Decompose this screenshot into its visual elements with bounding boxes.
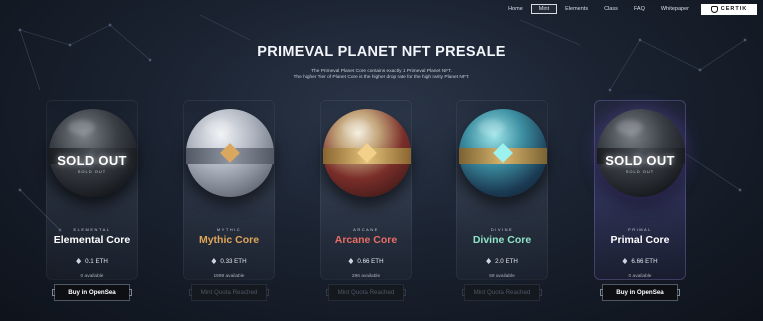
nav-faq[interactable]: FAQ [626, 4, 653, 14]
availability-text: 59 available [489, 274, 515, 279]
button-bracket-left [600, 289, 603, 296]
rune-name: MYTHIC [216, 227, 242, 232]
availability-text: 0 available [80, 274, 104, 279]
availability-text: 296 available [351, 274, 381, 279]
eth-icon [348, 258, 354, 264]
mint-quota-reached-button[interactable]: Mint Quota Reached [462, 284, 542, 301]
rune-name: ARCANE [353, 227, 379, 232]
core-name: Divine Core [472, 234, 532, 246]
price-value: 0.1 ETH [85, 258, 108, 265]
sold-out-sub: SOLD OUT [77, 169, 107, 174]
price-value: 0.66 ETH [357, 258, 384, 265]
card-arcane-core: ARCANE Arcane Core 0.66 ETH 296 availabl… [312, 95, 420, 315]
nav-class[interactable]: Class [596, 4, 626, 14]
sold-out-label: SOLD OUT [605, 153, 675, 168]
eth-icon [76, 258, 82, 264]
button-label: Buy in OpenSea [68, 289, 116, 296]
page-subtitle: The Primeval Planet Core contains exactl… [0, 69, 763, 81]
core-cards: SOLD OUT SOLD OUT ELEMENTAL Elemental Co… [38, 95, 718, 315]
orb-highlight [616, 119, 643, 136]
core-price: 0.66 ETH [312, 258, 420, 265]
nav-elements[interactable]: Elements [557, 4, 596, 14]
orb-highlight [342, 119, 369, 136]
button-label: Mint Quota Reached [200, 289, 258, 296]
eth-icon [622, 258, 628, 264]
subtitle-line-2: The higher Tier of Planet Core is the hi… [293, 75, 470, 80]
certik-shield-icon [710, 5, 718, 13]
button-bracket-left [326, 289, 329, 296]
button-bracket-left [52, 289, 55, 296]
card-mythic-core: MYTHIC Mythic Core 0.33 ETH 1699 availab… [175, 95, 283, 315]
top-nav: Home Mint Elements Class FAQ Whitepaper … [500, 3, 757, 15]
orb-highlight [478, 119, 505, 136]
rune-name: DIVINE [490, 227, 514, 232]
core-name: Elemental Core [53, 234, 131, 246]
button-label: Buy in OpenSea [616, 289, 664, 296]
core-name: Arcane Core [334, 234, 398, 246]
core-name: Mythic Core [198, 234, 260, 246]
buy-opensea-button[interactable]: Buy in OpenSea [52, 284, 132, 301]
core-price: 6.66 ETH [586, 258, 694, 265]
core-price: 2.0 ETH [448, 258, 556, 265]
button-bracket-right [266, 289, 269, 296]
price-value: 6.66 ETH [631, 258, 658, 265]
core-price: 0.33 ETH [175, 258, 283, 265]
page-title: PRIMEVAL PLANET NFT PRESALE [257, 44, 506, 60]
eth-icon [486, 258, 492, 264]
card-primal-core: SOLD OUT SOLD OUT PRIMAL Primal Core 6.6… [586, 95, 694, 315]
mint-quota-reached-button[interactable]: Mint Quota Reached [326, 284, 406, 301]
price-value: 0.33 ETH [220, 258, 247, 265]
price-value: 2.0 ETH [495, 258, 518, 265]
orb-highlight [68, 119, 95, 136]
nav-whitepaper[interactable]: Whitepaper [653, 4, 697, 14]
certik-label: CERTIK [720, 6, 748, 12]
eth-icon [211, 258, 217, 264]
nav-home[interactable]: Home [500, 4, 531, 14]
card-divine-core: DIVINE Divine Core 2.0 ETH 59 available … [448, 95, 556, 315]
sold-out-label: SOLD OUT [57, 153, 127, 168]
arcane-orb-image [323, 109, 411, 197]
availability-text: 1699 available [213, 274, 245, 279]
nav-mint[interactable]: Mint [530, 4, 558, 14]
orb-highlight [205, 119, 232, 136]
button-label: Mint Quota Reached [337, 289, 395, 296]
button-bracket-right [677, 289, 680, 296]
buy-opensea-button[interactable]: Buy in OpenSea [600, 284, 680, 301]
rune-name: ELEMENTAL [73, 227, 111, 232]
core-price: 0.1 ETH [38, 258, 146, 265]
button-bracket-right [403, 289, 406, 296]
button-label: Mint Quota Reached [473, 289, 531, 296]
divine-orb-image [459, 109, 547, 197]
availability-text: 0 available [628, 274, 652, 279]
core-name: Primal Core [610, 234, 670, 246]
button-bracket-right [539, 289, 542, 296]
mint-quota-reached-button[interactable]: Mint Quota Reached [189, 284, 269, 301]
certik-badge[interactable]: CERTIK [701, 3, 757, 15]
button-bracket-right [129, 289, 132, 296]
card-elemental-core: SOLD OUT SOLD OUT ELEMENTAL Elemental Co… [38, 95, 146, 315]
sold-out-sub: SOLD OUT [625, 169, 655, 174]
mythic-orb-image [186, 109, 274, 197]
button-bracket-left [462, 289, 465, 296]
rune-name: PRIMAL [628, 227, 652, 232]
button-bracket-left [189, 289, 192, 296]
